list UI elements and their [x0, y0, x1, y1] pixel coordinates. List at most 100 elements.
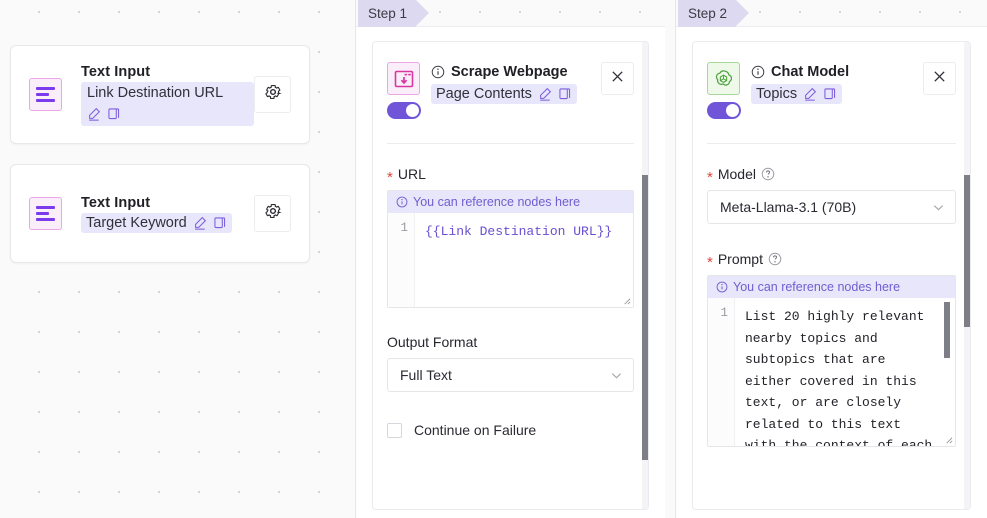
step-2-title-block: Chat Model Topics: [751, 62, 923, 104]
step-2-enable-toggle[interactable]: [707, 102, 741, 119]
node-name-chip[interactable]: Link Destination URL: [81, 81, 254, 126]
url-field-label: * URL: [387, 166, 634, 186]
copy-icon[interactable]: [823, 87, 837, 101]
step-2-form: * Model Meta-Llama-3.1 (70B) * Prompt Yo…: [693, 144, 970, 447]
prompt-hint-text: You can reference nodes here: [733, 280, 901, 294]
openai-icon: [707, 62, 740, 95]
node-body: Text Input Link Destination URL: [81, 64, 254, 126]
text-lines-icon: [29, 197, 62, 230]
step-2-badge: Step 2: [678, 0, 750, 27]
step-1-node-name-chip[interactable]: Page Contents: [431, 84, 577, 104]
url-hint-text: You can reference nodes here: [413, 195, 581, 209]
text-lines-icon: [29, 78, 62, 111]
close-icon: [931, 68, 948, 90]
step-1-title: Scrape Webpage: [451, 64, 568, 80]
step-1-node-name: Page Contents: [436, 86, 532, 102]
step-2-node-name: Topics: [756, 86, 798, 102]
prompt-line-number: 1: [708, 298, 734, 446]
panel-gap: [665, 0, 675, 518]
model-field-label: * Model: [707, 166, 956, 186]
step-1-scrollbar-thumb[interactable]: [642, 175, 648, 460]
url-reference-hint: You can reference nodes here: [388, 191, 633, 213]
node-name-label: Link Destination URL: [87, 84, 224, 101]
output-format-value: Full Text: [400, 367, 452, 383]
gear-icon: [264, 202, 282, 225]
pencil-icon[interactable]: [87, 107, 101, 121]
node-settings-button[interactable]: [254, 76, 291, 113]
step-1-title-block: Scrape Webpage Page Contents: [431, 62, 601, 104]
step-1-title-row: Scrape Webpage: [431, 64, 601, 80]
step-1-badge: Step 1: [358, 0, 430, 27]
model-label-text: Model: [717, 166, 756, 182]
step-1-badge-row: Step 1: [356, 0, 665, 27]
prompt-field-label: * Prompt: [707, 251, 956, 271]
required-marker: *: [707, 253, 713, 271]
prompt-textarea-scrollbar-thumb[interactable]: [944, 302, 950, 358]
continue-on-failure-label: Continue on Failure: [414, 422, 537, 438]
node-type-label: Text Input: [81, 194, 151, 211]
close-icon: [609, 68, 626, 90]
node-body: Text Input Target Keyword: [81, 195, 254, 233]
model-select[interactable]: Meta-Llama-3.1 (70B): [707, 190, 956, 224]
resize-grip-icon[interactable]: [944, 435, 953, 444]
node-settings-button[interactable]: [254, 195, 291, 232]
node-card-text-input-1[interactable]: Text Input Link Destination URL: [10, 45, 310, 144]
step-2-close-button[interactable]: [923, 62, 956, 95]
step-1-panel: Step 1 Scrape Webpage Page Contents * UR…: [355, 0, 665, 518]
prompt-code-area[interactable]: 1 List 20 highly relevant nearby topics …: [708, 298, 955, 446]
pencil-icon[interactable]: [803, 87, 817, 101]
step-2-scrollbar-thumb[interactable]: [964, 175, 970, 327]
info-icon[interactable]: [431, 65, 445, 79]
step-1-header: Scrape Webpage Page Contents: [373, 42, 648, 119]
node-card-text-input-2[interactable]: Text Input Target Keyword: [10, 164, 310, 263]
url-code-area[interactable]: 1 {{Link Destination URL}}: [388, 213, 633, 307]
prompt-value[interactable]: List 20 highly relevant nearby topics an…: [734, 298, 955, 446]
url-line-number: 1: [388, 213, 414, 307]
step-2-title-row: Chat Model: [751, 64, 923, 80]
url-code-editor[interactable]: You can reference nodes here 1 {{Link De…: [387, 190, 634, 308]
step-2-badge-row: Step 2: [676, 0, 987, 27]
output-format-select[interactable]: Full Text: [387, 358, 634, 392]
required-marker: *: [707, 168, 713, 186]
info-icon[interactable]: [751, 65, 765, 79]
flow-canvas[interactable]: Text Input Link Destination URL Text Inp…: [0, 0, 355, 518]
step-1-icon-column: [387, 62, 431, 119]
copy-icon[interactable]: [558, 87, 572, 101]
step-1-enable-toggle[interactable]: [387, 102, 421, 119]
pencil-icon[interactable]: [193, 216, 207, 230]
question-icon[interactable]: [761, 167, 775, 181]
url-value[interactable]: {{Link Destination URL}}: [414, 213, 633, 307]
app-root: Text Input Link Destination URL Text Inp…: [0, 0, 987, 518]
model-value: Meta-Llama-3.1 (70B): [720, 199, 857, 215]
step-2-header: Chat Model Topics: [693, 42, 970, 119]
output-format-label: Output Format: [387, 334, 634, 350]
continue-on-failure-row[interactable]: Continue on Failure: [387, 422, 634, 438]
chevron-down-icon: [932, 201, 945, 214]
step-2-panel: Step 2 Chat Model Topics * Model Meta-Ll…: [675, 0, 987, 518]
question-icon[interactable]: [768, 252, 782, 266]
chevron-down-icon: [610, 369, 623, 382]
step-1-form: * URL You can reference nodes here 1 {{L…: [373, 144, 648, 438]
node-name-label: Target Keyword: [86, 214, 187, 231]
prompt-label-text: Prompt: [717, 251, 763, 267]
required-marker: *: [387, 168, 393, 186]
copy-icon[interactable]: [107, 107, 121, 121]
pencil-icon[interactable]: [538, 87, 552, 101]
step-2-card: Chat Model Topics * Model Meta-Llama-3.1…: [692, 41, 971, 510]
step-1-card: Scrape Webpage Page Contents * URL You c…: [372, 41, 649, 510]
resize-grip-icon[interactable]: [622, 296, 631, 305]
gear-icon: [264, 83, 282, 106]
scrape-webpage-icon: [387, 62, 420, 95]
prompt-reference-hint: You can reference nodes here: [708, 276, 955, 298]
prompt-code-editor[interactable]: You can reference nodes here 1 List 20 h…: [707, 275, 956, 447]
step-2-node-name-chip[interactable]: Topics: [751, 84, 843, 104]
step-2-title: Chat Model: [771, 64, 850, 80]
node-type-label: Text Input: [81, 63, 151, 80]
url-label-text: URL: [397, 166, 426, 182]
copy-icon[interactable]: [213, 216, 227, 230]
continue-on-failure-checkbox[interactable]: [387, 422, 402, 438]
step-1-close-button[interactable]: [601, 62, 634, 95]
node-name-chip[interactable]: Target Keyword: [81, 212, 232, 233]
step-2-icon-column: [707, 62, 751, 119]
output-format-label-text: Output Format: [387, 334, 478, 350]
